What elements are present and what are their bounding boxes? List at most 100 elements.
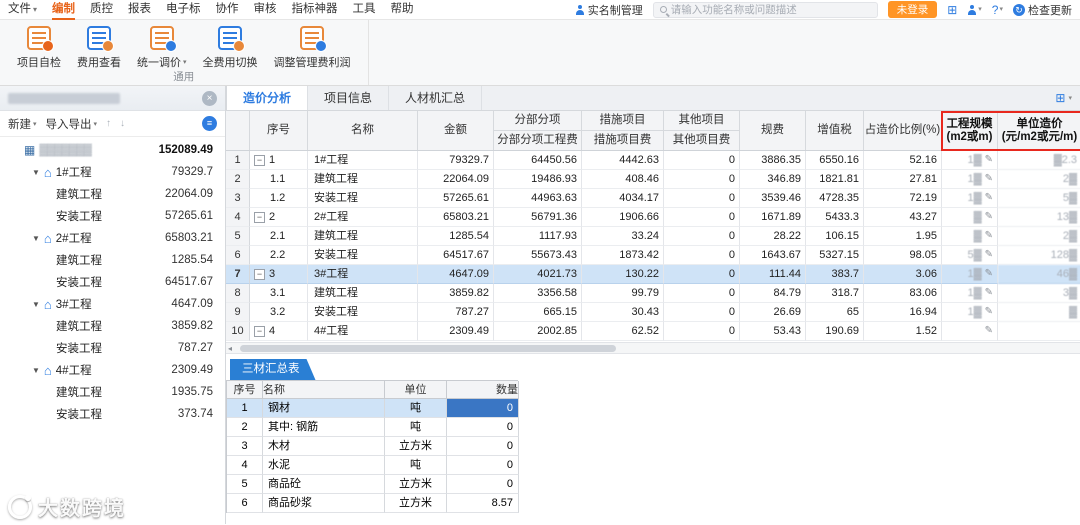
table-row[interactable]: 4−2 2#工程 65803.21 56791.36 1906.66 0 1671.89 54… <box>226 208 1080 227</box>
name-cell[interactable]: 安装工程 <box>308 189 418 208</box>
guifei-cell[interactable]: 1643.67 <box>740 246 806 265</box>
scroll-left-icon[interactable]: ◂ <box>228 343 232 354</box>
tree-item[interactable]: ▼ ⌂ 3#工程 4647.09 <box>0 293 225 315</box>
vat-cell[interactable]: 6550.16 <box>806 151 864 170</box>
table-row[interactable]: 3 木材 立方米 0 <box>227 437 519 456</box>
scale-cell[interactable]: ▓ ✎ <box>942 208 998 227</box>
tree-item[interactable]: 安装工程 64517.67 <box>0 271 225 293</box>
layout-grid-icon[interactable]: ⊞ <box>1055 91 1065 105</box>
qtxm-fee-cell[interactable]: 0 <box>664 189 740 208</box>
row-index-cell[interactable]: 3 <box>226 189 250 208</box>
ratio-cell[interactable]: 98.05 <box>864 246 942 265</box>
seq-cell[interactable]: 3.2 <box>250 303 308 322</box>
name-cell[interactable]: 建筑工程 <box>308 227 418 246</box>
qtxm-fee-cell[interactable]: 0 <box>664 208 740 227</box>
menu-item[interactable]: 审核 <box>254 0 277 20</box>
ratio-cell[interactable]: 83.06 <box>864 284 942 303</box>
fbfx-fee-cell[interactable]: 2002.85 <box>494 322 582 341</box>
collapse-icon[interactable]: − <box>254 325 265 337</box>
row-index-cell[interactable]: 9 <box>226 303 250 322</box>
material-unit-cell[interactable]: 吨 <box>385 399 447 418</box>
tab-造价分析[interactable]: 造价分析 <box>226 86 309 110</box>
edit-pencil-icon[interactable]: ✎ <box>985 208 993 226</box>
row-index-cell[interactable]: 1 <box>227 399 263 418</box>
realname-manage[interactable]: 实名制管理 <box>575 2 643 18</box>
fbfx-fee-cell[interactable]: 56791.36 <box>494 208 582 227</box>
menu-item[interactable]: 指标神器 <box>292 0 338 20</box>
ribbon-button[interactable]: 统一调价 ▾ <box>132 25 192 71</box>
scale-cell[interactable]: 1▓ ✎ <box>942 284 998 303</box>
name-cell[interactable]: 安装工程 <box>308 246 418 265</box>
menu-item[interactable]: 帮助 <box>391 0 414 20</box>
seq-cell[interactable]: 1.1 <box>250 170 308 189</box>
csxm-fee-cell[interactable]: 30.43 <box>582 303 664 322</box>
account-menu[interactable]: ▾ <box>967 4 982 15</box>
guifei-cell[interactable]: 53.43 <box>740 322 806 341</box>
material-unit-cell[interactable]: 立方米 <box>385 494 447 513</box>
table-row[interactable]: 5 商品砼 立方米 0 <box>227 475 519 494</box>
material-unit-cell[interactable]: 吨 <box>385 456 447 475</box>
row-index-cell[interactable]: 4 <box>226 208 250 227</box>
table-row[interactable]: 8 3.1 建筑工程 3859.82 3356.58 99.79 0 84.79 318.7 83… <box>226 284 1080 303</box>
fbfx-fee-cell[interactable]: 4021.73 <box>494 265 582 284</box>
table-row[interactable]: 2 1.1 建筑工程 22064.09 19486.93 408.46 0 346.89 182… <box>226 170 1080 189</box>
amount-cell[interactable]: 79329.7 <box>418 151 494 170</box>
guifei-cell[interactable]: 26.69 <box>740 303 806 322</box>
material-name-cell[interactable]: 其中: 钢筋 <box>263 418 385 437</box>
guifei-cell[interactable]: 1671.89 <box>740 208 806 227</box>
tree-item[interactable]: 建筑工程 22064.09 <box>0 183 225 205</box>
name-cell[interactable]: 安装工程 <box>308 303 418 322</box>
name-cell[interactable]: 2#工程 <box>308 208 418 227</box>
csxm-fee-cell[interactable]: 408.46 <box>582 170 664 189</box>
move-up-icon[interactable]: ↑ <box>106 118 111 129</box>
amount-cell[interactable]: 64517.67 <box>418 246 494 265</box>
tree-item[interactable]: ▼ ⌂ 1#工程 79329.7 <box>0 161 225 183</box>
qtxm-fee-cell[interactable]: 0 <box>664 246 740 265</box>
scale-cell[interactable]: 1▓ ✎ <box>942 151 998 170</box>
material-name-cell[interactable]: 水泥 <box>263 456 385 475</box>
vat-cell[interactable]: 5327.15 <box>806 246 864 265</box>
material-name-cell[interactable]: 商品砂浆 <box>263 494 385 513</box>
guifei-cell[interactable]: 346.89 <box>740 170 806 189</box>
ribbon-button[interactable]: 项目自检 <box>12 25 66 71</box>
guifei-cell[interactable]: 3886.35 <box>740 151 806 170</box>
table-row[interactable]: 10−4 4#工程 2309.49 2002.85 62.52 0 53.43 190.69 1… <box>226 322 1080 341</box>
qtxm-fee-cell[interactable]: 0 <box>664 284 740 303</box>
tree-item[interactable]: ▼ ⌂ 2#工程 65803.21 <box>0 227 225 249</box>
edit-pencil-icon[interactable]: ✎ <box>985 284 993 302</box>
unit-price-cell[interactable]: 3▓ <box>998 284 1080 303</box>
csxm-fee-cell[interactable]: 33.24 <box>582 227 664 246</box>
row-index-cell[interactable]: 10 <box>226 322 250 341</box>
csxm-fee-cell[interactable]: 4442.63 <box>582 151 664 170</box>
tree-item[interactable]: 安装工程 787.27 <box>0 337 225 359</box>
seq-cell[interactable]: 2.2 <box>250 246 308 265</box>
amount-cell[interactable]: 1285.54 <box>418 227 494 246</box>
fbfx-fee-cell[interactable]: 19486.93 <box>494 170 582 189</box>
guifei-cell[interactable]: 84.79 <box>740 284 806 303</box>
amount-cell[interactable]: 3859.82 <box>418 284 494 303</box>
csxm-fee-cell[interactable]: 4034.17 <box>582 189 664 208</box>
menu-item[interactable]: 工具 <box>353 0 376 20</box>
unit-price-cell[interactable] <box>998 322 1080 341</box>
ratio-cell[interactable]: 3.06 <box>864 265 942 284</box>
tree-item[interactable]: 安装工程 373.74 <box>0 403 225 425</box>
unit-price-cell[interactable]: 128▓ <box>998 246 1080 265</box>
ratio-cell[interactable]: 16.94 <box>864 303 942 322</box>
menu-item[interactable]: 电子标 <box>166 0 201 20</box>
horizontal-scrollbar[interactable]: ◂ <box>226 342 1080 354</box>
material-qty-cell[interactable]: 0 <box>447 399 519 418</box>
qtxm-fee-cell[interactable]: 0 <box>664 322 740 341</box>
menu-item[interactable]: 文件 ▾ <box>8 0 37 20</box>
qtxm-fee-cell[interactable]: 0 <box>664 227 740 246</box>
expand-collapse-all-icon[interactable]: ≡ <box>202 116 217 131</box>
collapse-icon[interactable]: − <box>254 268 265 280</box>
edit-pencil-icon[interactable]: ✎ <box>985 322 993 340</box>
chevron-down-icon[interactable]: ▾ <box>1068 94 1072 102</box>
function-search[interactable] <box>652 1 878 18</box>
material-qty-cell[interactable]: 0 <box>447 418 519 437</box>
csxm-fee-cell[interactable]: 99.79 <box>582 284 664 303</box>
vat-cell[interactable]: 318.7 <box>806 284 864 303</box>
table-row[interactable]: 7−3 3#工程 4647.09 4021.73 130.22 0 111.44 383.7 3… <box>226 265 1080 284</box>
amount-cell[interactable]: 787.27 <box>418 303 494 322</box>
collapse-icon[interactable]: − <box>254 211 265 223</box>
